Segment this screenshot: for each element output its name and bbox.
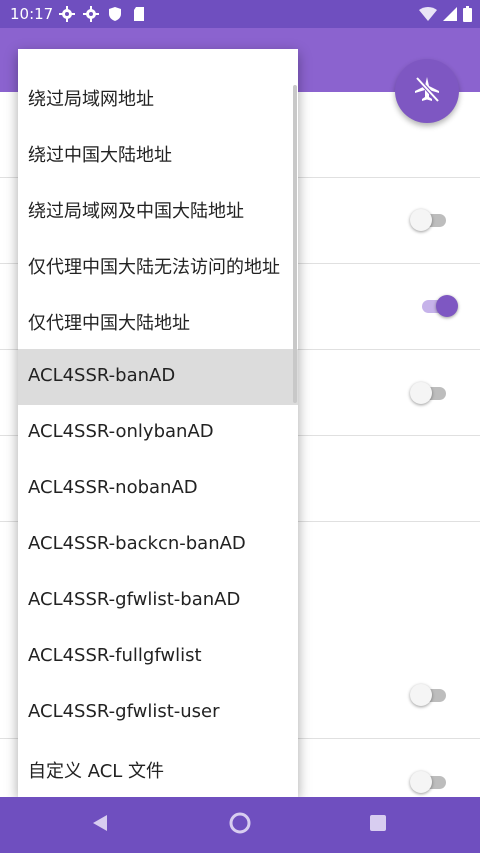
menu-scrollbar[interactable] bbox=[293, 85, 297, 403]
toggle-switch[interactable] bbox=[410, 382, 448, 404]
navigation-bar bbox=[0, 797, 480, 853]
wifi-icon bbox=[419, 6, 437, 22]
back-button[interactable] bbox=[86, 811, 114, 839]
recents-button[interactable] bbox=[364, 811, 392, 839]
status-left-icons bbox=[59, 6, 147, 22]
menu-item[interactable]: ACL4SSR-fullgfwlist bbox=[18, 629, 298, 685]
shield-icon bbox=[107, 6, 123, 22]
home-button[interactable] bbox=[226, 811, 254, 839]
menu-item[interactable]: 仅代理中国大陆无法访问的地址 bbox=[18, 237, 298, 293]
menu-item[interactable]: ACL4SSR-gfwlist-user bbox=[18, 685, 298, 741]
menu-item[interactable]: 绕过局域网地址 bbox=[18, 69, 298, 125]
battery-icon bbox=[463, 6, 472, 22]
recents-icon bbox=[369, 814, 387, 836]
menu-item[interactable]: 自定义 ACL 文件 bbox=[18, 741, 298, 797]
toggle-switch[interactable] bbox=[410, 684, 448, 706]
airplane-off-icon bbox=[412, 74, 442, 108]
sd-card-icon bbox=[131, 6, 147, 22]
acl-dropdown-menu: 绕过局域网地址 绕过中国大陆地址 绕过局域网及中国大陆地址 仅代理中国大陆无法访… bbox=[18, 49, 298, 797]
menu-item[interactable]: ACL4SSR-gfwlist-banAD bbox=[18, 573, 298, 629]
menu-item[interactable]: 绕过局域网及中国大陆地址 bbox=[18, 181, 298, 237]
menu-item[interactable]: ACL4SSR-onlybanAD bbox=[18, 405, 298, 461]
status-right-icons bbox=[419, 6, 472, 22]
signal-icon bbox=[443, 6, 457, 22]
home-icon bbox=[229, 812, 251, 838]
status-bar: 10:17 bbox=[0, 0, 480, 28]
toggle-switch[interactable] bbox=[410, 209, 448, 231]
menu-item[interactable]: 仅代理中国大陆地址 bbox=[18, 293, 298, 349]
toggle-switch[interactable] bbox=[420, 295, 458, 317]
fab-button[interactable] bbox=[395, 59, 459, 123]
status-time: 10:17 bbox=[10, 5, 54, 23]
menu-item-selected[interactable]: ACL4SSR-banAD bbox=[18, 349, 298, 405]
menu-item[interactable]: ACL4SSR-nobanAD bbox=[18, 461, 298, 517]
menu-item[interactable]: ACL4SSR-backcn-banAD bbox=[18, 517, 298, 573]
back-icon bbox=[91, 814, 109, 836]
gear-icon bbox=[83, 6, 99, 22]
toggle-switch[interactable] bbox=[410, 771, 448, 793]
gear-icon bbox=[59, 6, 75, 22]
menu-item[interactable]: 绕过中国大陆地址 bbox=[18, 125, 298, 181]
